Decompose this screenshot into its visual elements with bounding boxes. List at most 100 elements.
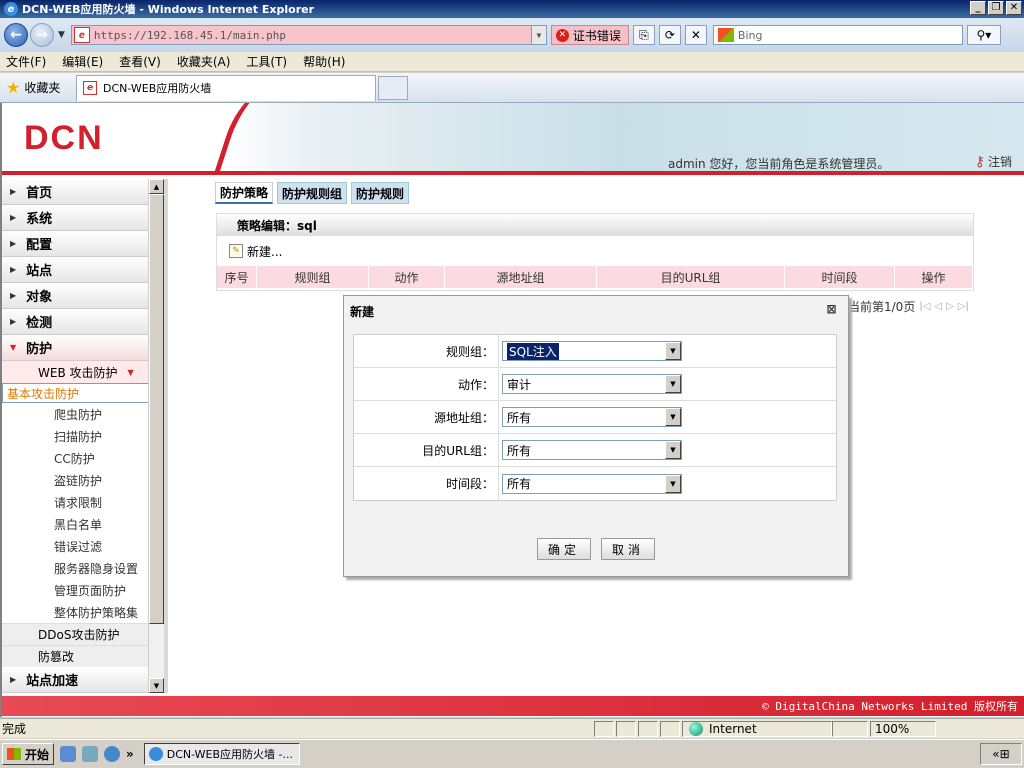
ok-button[interactable]: 确定 xyxy=(537,538,591,560)
sidebar-item-protect[interactable]: ▼ 防护 xyxy=(2,335,148,361)
chevron-down-icon[interactable]: ▼ xyxy=(665,342,681,360)
action-select[interactable]: 审计 ▼ xyxy=(502,374,682,394)
chevron-down-icon[interactable]: ▼ xyxy=(665,408,681,426)
menu-tools[interactable]: 工具(T) xyxy=(246,53,287,70)
sidebar-leaf-server-stealth[interactable]: 服务器隐身设置 xyxy=(2,557,148,579)
sidebar-sub-web-attack[interactable]: WEB 攻击防护 ▼ xyxy=(2,361,148,383)
new-button[interactable]: ✎ 新建... xyxy=(217,236,973,266)
cert-error-button[interactable]: ✕ 证书错误 xyxy=(550,25,629,45)
favorites-button[interactable]: ★ 收藏夹 xyxy=(0,78,74,97)
time-select[interactable]: 所有 ▼ xyxy=(502,473,682,494)
sidebar-leaf-hotlink[interactable]: 盗链防护 xyxy=(2,469,148,491)
new-dialog: 新建 ⊠ 规则组： SQL注入 ▼ 动作： 审计 ▼ 源地址组： 所有 ▼ 目的URL… xyxy=(343,295,849,577)
first-page-icon[interactable]: |◁ xyxy=(919,301,930,312)
next-page-icon[interactable]: ▷ xyxy=(946,301,954,312)
sidebar-item-system[interactable]: ▶ 系统 xyxy=(2,205,148,231)
new-label: 新建... xyxy=(247,244,283,259)
taskbar-item-label: DCN-WEB应用防火墙 -... xyxy=(166,748,294,761)
page-viewport: DCN admin 您好，您当前角色是系统管理员。 ⚷ 注销 ▶ 首页 ▶ 系统 ▶… xyxy=(0,103,1024,717)
chevron-down-icon[interactable]: ▼ xyxy=(665,474,681,493)
sidebar-item-object[interactable]: ▶ 对象 xyxy=(2,283,148,309)
sidebar-leaf-policy-set[interactable]: 整体防护策略集 xyxy=(2,601,148,623)
security-zone[interactable]: Internet xyxy=(682,720,832,737)
last-page-icon[interactable]: ▷| xyxy=(958,301,969,312)
sidebar-item-home[interactable]: ▶ 首页 xyxy=(2,179,148,205)
chevron-down-icon[interactable]: ▼ xyxy=(665,441,681,459)
browser-tab[interactable]: e DCN-WEB应用防火墙 xyxy=(76,74,376,101)
back-button[interactable]: ← xyxy=(4,23,28,47)
sidebar-leaf-blacklist[interactable]: 黑白名单 xyxy=(2,513,148,535)
search-button[interactable]: ⚲▾ xyxy=(966,25,1001,45)
scroll-thumb[interactable] xyxy=(149,194,164,624)
sidebar-leaf-request-limit[interactable]: 请求限制 xyxy=(2,491,148,513)
rule-group-select[interactable]: SQL注入 ▼ xyxy=(502,341,682,361)
menu-bar: 文件(F) 编辑(E) 查看(V) 收藏夹(A) 工具(T) 帮助(H) xyxy=(0,52,1024,72)
panel-splitter[interactable] xyxy=(164,179,168,693)
menu-file[interactable]: 文件(F) xyxy=(6,53,46,70)
ie-quicklaunch-icon[interactable] xyxy=(60,746,77,762)
url-field[interactable]: e https://192.168.45.1/main.php ▼ xyxy=(70,25,547,45)
tab-rule[interactable]: 防护规则 xyxy=(351,182,410,204)
dialog-title: 新建 xyxy=(350,304,375,319)
ie-icon xyxy=(148,747,163,761)
stop-button[interactable]: ✕ xyxy=(684,25,707,45)
menu-view[interactable]: 查看(V) xyxy=(119,53,161,70)
forward-button[interactable]: → xyxy=(30,23,54,47)
new-tab-button[interactable] xyxy=(378,75,408,100)
window-titlebar: e DCN-WEB应用防火墙 - Windows Internet Explor… xyxy=(0,0,1024,18)
start-button[interactable]: 开始 xyxy=(2,743,55,765)
chevron-right-icon[interactable]: » xyxy=(126,747,134,761)
menu-help[interactable]: 帮助(H) xyxy=(303,53,345,70)
logout-link[interactable]: ⚷ 注销 xyxy=(975,153,1012,170)
dest-url-select[interactable]: 所有 ▼ xyxy=(502,440,682,460)
url-dropdown-icon[interactable]: ▼ xyxy=(530,26,546,44)
sidebar-leaf-error-filter[interactable]: 错误过滤 xyxy=(2,535,148,557)
scroll-down-icon[interactable]: ▼ xyxy=(149,678,164,693)
sidebar-sub-ddos[interactable]: DDoS攻击防护 xyxy=(2,623,148,645)
key-icon: ⚷ xyxy=(974,153,985,170)
taskbar-ie-window[interactable]: DCN-WEB应用防火墙 -... xyxy=(143,743,300,765)
prev-page-icon[interactable]: ◁ xyxy=(934,301,942,312)
system-tray[interactable]: «⊞ xyxy=(980,743,1022,765)
zoom-control[interactable]: 100% xyxy=(870,720,936,737)
content-tabs: 防护策略 防护规则组 防护规则 xyxy=(215,182,410,204)
sidebar-item-config[interactable]: ▶ 配置 xyxy=(2,231,148,257)
scroll-up-icon[interactable]: ▲ xyxy=(149,179,164,194)
sidebar-leaf-basic-attack[interactable]: 基本攻击防护 xyxy=(2,383,148,403)
sidebar-leaf-scan[interactable]: 扫描防护 xyxy=(2,425,148,447)
close-icon[interactable]: ⊠ xyxy=(825,303,838,316)
tab-policy[interactable]: 防护策略 xyxy=(215,182,274,204)
sidebar-item-detect[interactable]: ▶ 检测 xyxy=(2,309,148,335)
banner-swoosh xyxy=(211,103,303,175)
col-header: 源地址组 xyxy=(445,266,597,288)
menu-edit[interactable]: 编辑(E) xyxy=(62,53,103,70)
chevron-down-icon[interactable]: ▼ xyxy=(665,375,681,393)
logout-label: 注销 xyxy=(987,155,1012,169)
compat-view-button[interactable]: ⎘ xyxy=(632,25,655,45)
maximize-button[interactable]: ❐ xyxy=(988,1,1004,15)
sidebar-item-acceleration[interactable]: ▶ 站点加速 xyxy=(2,667,148,693)
close-window-button[interactable]: ✕ xyxy=(1006,1,1022,15)
minimize-button[interactable]: _ xyxy=(970,1,986,15)
sidebar-scrollbar[interactable]: ▲ ▼ xyxy=(148,179,164,693)
quicklaunch-icon[interactable] xyxy=(82,746,99,762)
sidebar-label: 站点加速 xyxy=(26,674,79,689)
quicklaunch-icon[interactable] xyxy=(104,746,121,762)
zoom-label: 100% xyxy=(875,721,910,736)
menu-favorites[interactable]: 收藏夹(A) xyxy=(177,53,231,70)
select-value: 审计 xyxy=(507,377,532,392)
sidebar-leaf-cc[interactable]: CC防护 xyxy=(2,447,148,469)
tab-rule-group[interactable]: 防护规则组 xyxy=(277,182,348,204)
sidebar-leaf-admin-page[interactable]: 管理页面防护 xyxy=(2,579,148,601)
cancel-button[interactable]: 取消 xyxy=(601,538,655,560)
refresh-button[interactable]: ⟳ xyxy=(658,25,681,45)
sidebar-leaf-crawler[interactable]: 爬虫防护 xyxy=(2,403,148,425)
sidebar-item-site[interactable]: ▶ 站点 xyxy=(2,257,148,283)
protected-mode[interactable] xyxy=(832,720,868,737)
history-dropdown-icon[interactable]: ▼ xyxy=(58,30,65,40)
col-header: 操作 xyxy=(895,266,973,288)
action-label: 动作： xyxy=(354,368,499,400)
source-group-select[interactable]: 所有 ▼ xyxy=(502,407,682,427)
sidebar-sub-tamper[interactable]: 防篡改 xyxy=(2,645,148,667)
search-input[interactable]: Bing xyxy=(712,25,963,45)
